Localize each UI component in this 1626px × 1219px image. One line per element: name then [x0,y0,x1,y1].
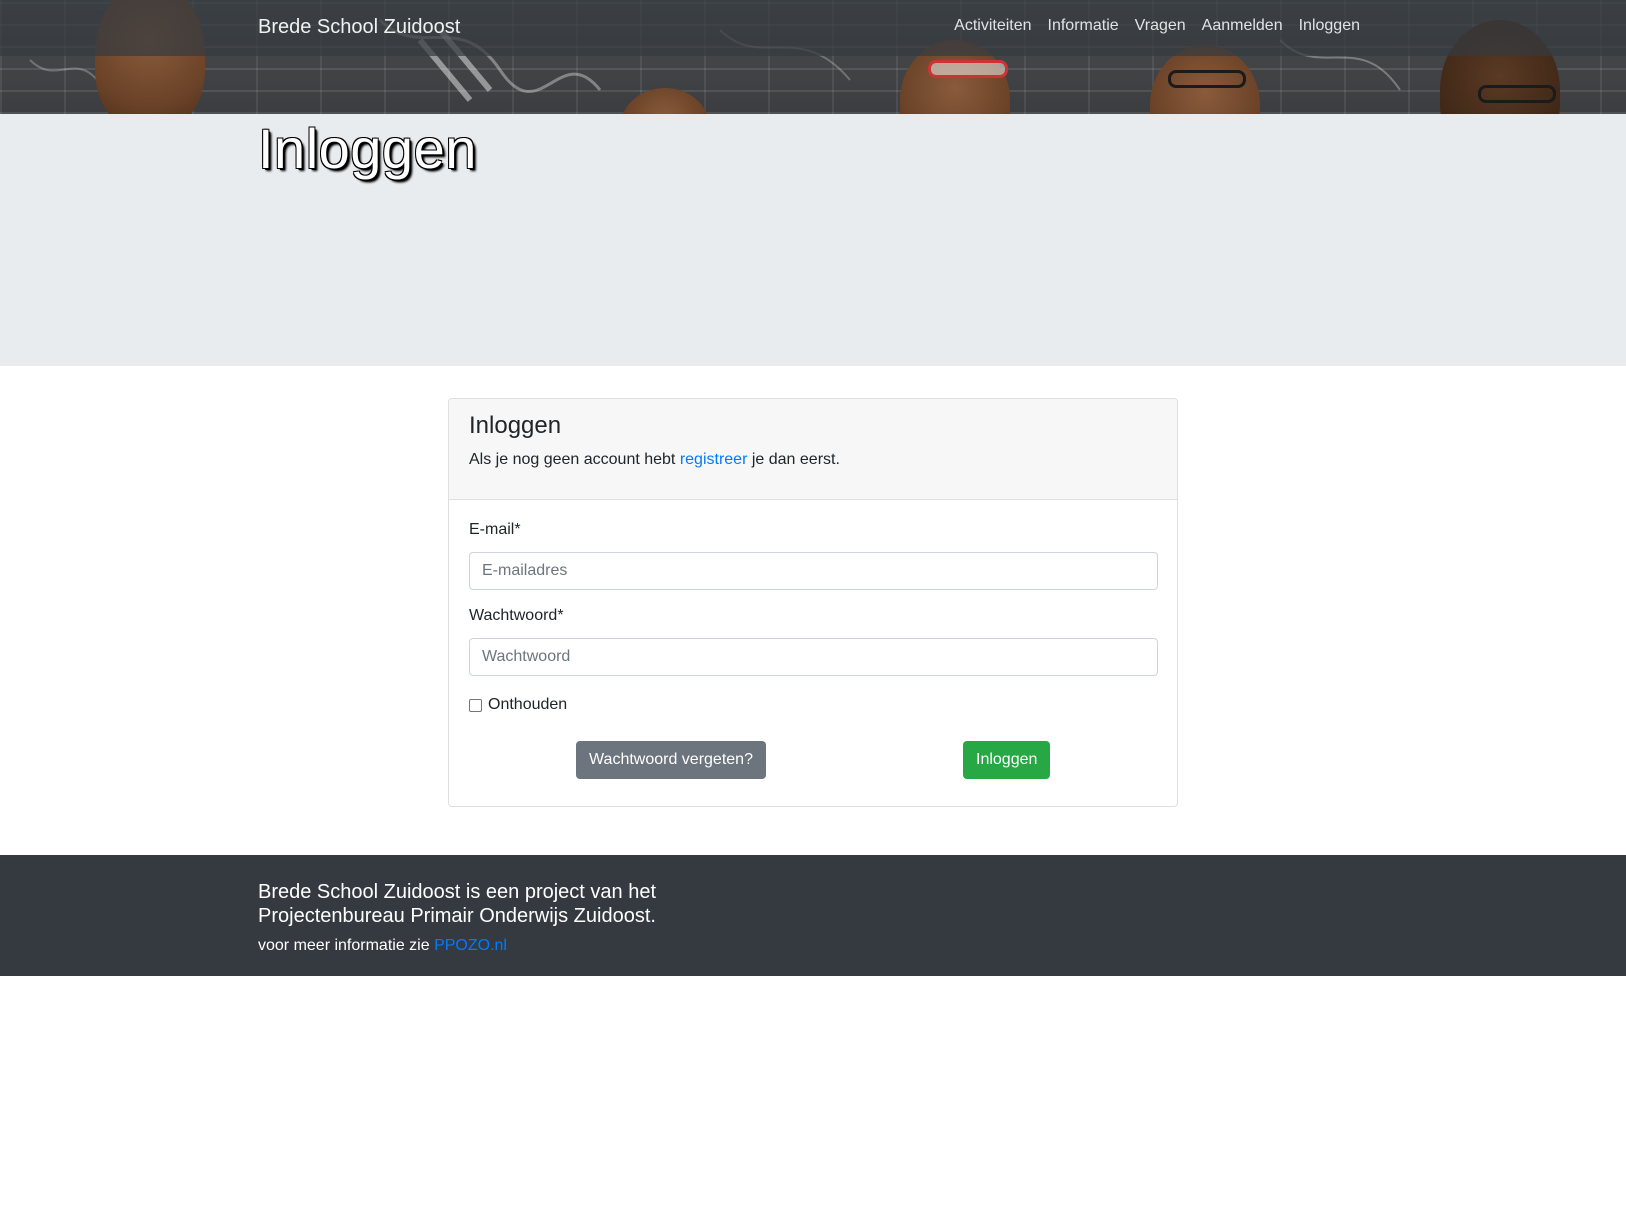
remember-label: Onthouden [488,696,568,713]
footer-more-info: voor meer informatie zie PPOZO.nl [258,937,507,955]
jumbotron: Inloggen [0,114,1626,366]
nav-item-vragen[interactable]: Vragen [1135,17,1186,35]
email-field[interactable] [469,552,1158,590]
footer-description: Brede School Zuidoost is een project van… [258,881,657,927]
register-link[interactable]: registreer [680,451,748,468]
login-button[interactable]: Inloggen [963,741,1050,779]
nav-item-inloggen[interactable]: Inloggen [1299,17,1360,35]
glasses-shape [1478,85,1556,103]
nav-item-aanmelden[interactable]: Aanmelden [1202,17,1283,35]
card-title: Inloggen [469,412,562,439]
nav-item-activiteiten[interactable]: Activiteiten [954,17,1031,35]
navbar-brand[interactable]: Brede School Zuidoost [258,16,460,39]
login-card: Inloggen Als je nog geen account hebt re… [448,398,1178,807]
glasses-shape [928,60,1008,78]
ppozo-link[interactable]: PPOZO.nl [434,937,507,954]
footer-more-prefix: voor meer informatie zie [258,937,430,954]
password-label: Wachtwoord* [469,607,564,624]
footer: Brede School Zuidoost is een project van… [0,855,1626,976]
nav-menu: Activiteiten Informatie Vragen Aanmelden… [954,17,1360,35]
forgot-password-button[interactable]: Wachtwoord vergeten? [576,741,766,779]
email-label: E-mail* [469,521,521,538]
register-hint-before: Als je nog geen account hebt [469,451,676,468]
page-title: Inloggen [258,117,477,180]
glasses-shape [1168,70,1246,88]
register-hint: Als je nog geen account hebt registreer … [469,451,840,469]
card-header: Inloggen Als je nog geen account hebt re… [449,399,1177,500]
password-field[interactable] [469,638,1158,676]
remember-checkbox[interactable] [469,698,482,712]
register-hint-after: je dan eerst. [751,451,840,468]
remember-row: Onthouden [469,696,567,714]
nav-item-informatie[interactable]: Informatie [1048,17,1119,35]
top-navbar: Brede School Zuidoost Activiteiten Infor… [0,0,1626,56]
